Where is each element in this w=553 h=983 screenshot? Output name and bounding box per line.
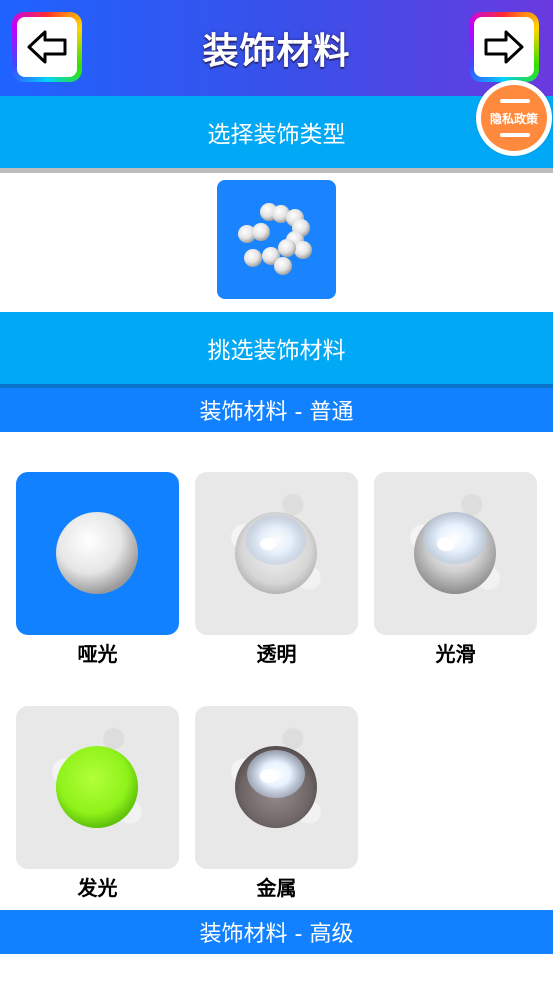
pick-material-bar: 挑选装饰材料 <box>0 312 553 384</box>
privacy-policy-button[interactable]: 隐私政策 <box>476 80 552 156</box>
app-header: 装饰材料 <box>0 0 553 96</box>
privacy-policy-label: 隐私政策 <box>489 112 538 126</box>
material-transparent-label: 透明 <box>256 642 297 666</box>
page-title: 装饰材料 <box>202 31 351 72</box>
material-metal-tile[interactable] <box>195 706 358 869</box>
divider <box>0 168 553 173</box>
material-transparent-tile[interactable] <box>195 472 358 635</box>
metal-sphere-icon <box>235 746 317 828</box>
glowing-sphere-icon <box>56 746 138 828</box>
material-matte-tile[interactable] <box>16 472 179 635</box>
material-glossy-label: 光滑 <box>435 642 476 666</box>
matte-sphere-icon <box>56 512 138 594</box>
material-glossy-tile[interactable] <box>374 472 537 635</box>
menu-line <box>500 133 530 137</box>
material-metal-label: 金属 <box>256 876 297 900</box>
arrow-right-icon <box>474 17 534 77</box>
select-type-bar: 选择装饰类型 <box>0 96 553 168</box>
back-button[interactable] <box>12 12 82 82</box>
pearl-cluster-icon <box>238 203 312 275</box>
menu-icon: 隐私政策 <box>481 85 547 151</box>
decoration-type-tile[interactable] <box>217 180 336 299</box>
section-header-normal: 装饰材料 - 普通 <box>0 388 553 432</box>
glossy-sphere-icon <box>414 512 496 594</box>
section-header-advanced: 装饰材料 - 高级 <box>0 910 553 954</box>
arrow-left-icon <box>17 17 77 77</box>
material-matte-label: 哑光 <box>77 642 118 666</box>
transparent-sphere-icon <box>235 512 317 594</box>
material-glow-tile[interactable] <box>16 706 179 869</box>
forward-button[interactable] <box>469 12 539 82</box>
menu-line <box>500 99 530 103</box>
material-glow-label: 发光 <box>77 876 118 900</box>
